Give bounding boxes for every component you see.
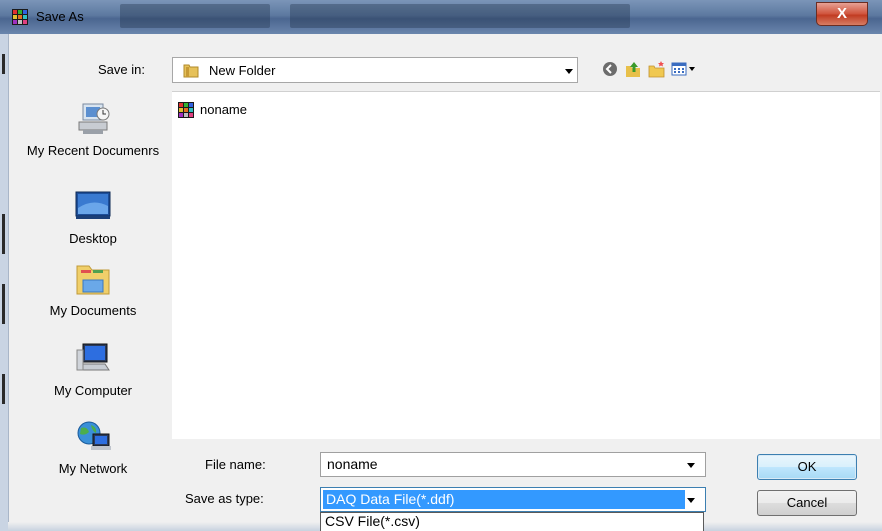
recent-documents-icon bbox=[78, 103, 110, 134]
window-frame-bottom bbox=[8, 522, 320, 531]
selected-option-highlight: DAQ Data File(*.ddf) bbox=[323, 490, 685, 509]
place-desktop[interactable]: Desktop bbox=[26, 190, 160, 247]
close-button[interactable]: X bbox=[816, 2, 868, 26]
save-in-label: Save in: bbox=[98, 62, 145, 77]
place-recent-documents[interactable]: My Recent Documenrs bbox=[26, 102, 160, 159]
dropdown-option[interactable]: CSV File(*.csv) bbox=[325, 513, 420, 529]
place-label: My Computer bbox=[53, 383, 133, 398]
my-documents-icon bbox=[76, 265, 110, 295]
window-title: Save As bbox=[36, 9, 84, 24]
ok-button[interactable]: OK bbox=[757, 454, 857, 480]
ddf-file-icon bbox=[178, 102, 194, 118]
chevron-down-icon[interactable] bbox=[687, 463, 695, 468]
place-my-documents[interactable]: My Documents bbox=[26, 262, 160, 319]
save-as-type-dropdown-list: CSV File(*.csv) bbox=[320, 512, 704, 531]
app-icon bbox=[12, 9, 28, 25]
up-folder-icon[interactable] bbox=[624, 60, 642, 78]
my-network-icon bbox=[77, 421, 111, 450]
title-bar[interactable]: Save As X bbox=[0, 0, 882, 34]
back-icon[interactable] bbox=[601, 60, 619, 78]
file-list[interactable]: noname bbox=[172, 91, 880, 439]
place-label: My Recent Documenrs bbox=[26, 143, 160, 158]
folder-icon bbox=[183, 64, 199, 78]
file-name-label: File name: bbox=[205, 457, 266, 472]
view-menu-icon[interactable] bbox=[671, 60, 697, 78]
place-label: My Network bbox=[58, 461, 128, 476]
cancel-button[interactable]: Cancel bbox=[757, 490, 857, 516]
places-bar: My Recent Documenrs Desktop My Documents… bbox=[0, 90, 172, 490]
chevron-down-icon[interactable] bbox=[687, 498, 695, 503]
place-my-computer[interactable]: My Computer bbox=[26, 342, 160, 399]
new-folder-icon[interactable] bbox=[648, 60, 666, 78]
close-icon: X bbox=[836, 5, 847, 22]
file-name: noname bbox=[200, 102, 247, 117]
chevron-down-icon[interactable] bbox=[565, 69, 573, 74]
place-label: Desktop bbox=[69, 231, 117, 246]
place-label: My Documents bbox=[49, 303, 137, 318]
my-computer-icon bbox=[76, 343, 110, 371]
window-frame-bottom-right bbox=[704, 522, 882, 531]
save-as-type-select[interactable]: DAQ Data File(*.ddf) bbox=[320, 487, 706, 512]
file-name-value: noname bbox=[327, 456, 378, 472]
place-my-network[interactable]: My Network bbox=[26, 420, 160, 477]
save-in-combobox[interactable]: New Folder bbox=[172, 57, 578, 83]
file-name-field[interactable]: noname bbox=[320, 452, 706, 477]
save-as-type-label: Save as type: bbox=[185, 491, 264, 506]
desktop-icon bbox=[75, 191, 111, 219]
save-in-value: New Folder bbox=[209, 63, 276, 78]
save-as-type-value: DAQ Data File(*.ddf) bbox=[326, 491, 455, 507]
